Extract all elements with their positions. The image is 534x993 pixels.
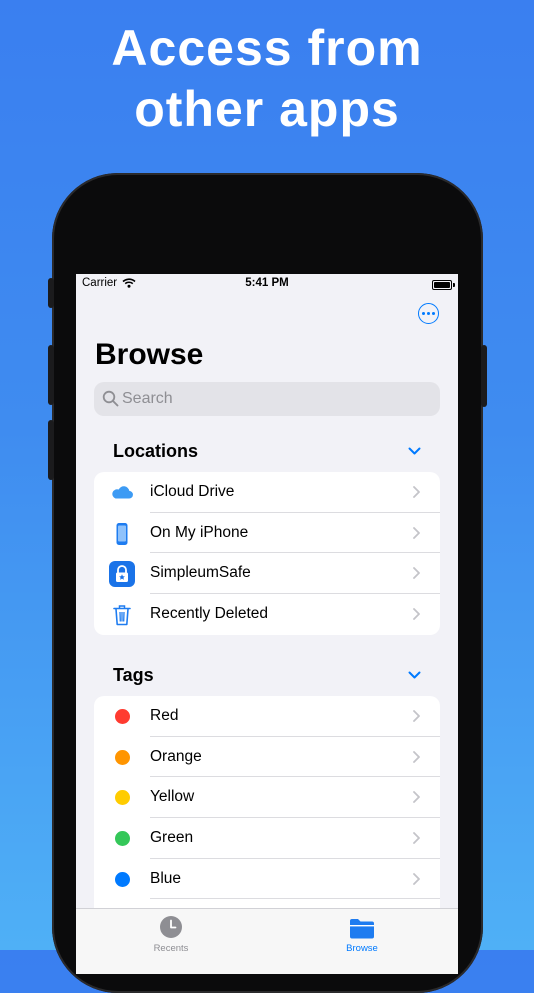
status-time: 5:41 PM — [76, 277, 458, 289]
yellow-tag-dot-icon — [115, 790, 130, 805]
search-placeholder: Search — [122, 390, 173, 408]
phone-volume-up-button — [48, 345, 54, 405]
icloud-icon — [109, 480, 135, 506]
location-row-icloud-drive[interactable]: iCloud Drive — [94, 472, 440, 513]
more-options-button[interactable] — [418, 303, 439, 324]
chevron-right-icon — [413, 791, 420, 803]
chevron-right-icon — [413, 873, 420, 885]
orange-tag-dot-icon — [115, 750, 130, 765]
tags-collapse-chevron-icon[interactable] — [408, 671, 421, 680]
simpleumsafe-app-icon — [109, 561, 135, 587]
location-label: SimpleumSafe — [150, 564, 251, 582]
chevron-right-icon — [413, 486, 420, 498]
chevron-right-icon — [413, 608, 420, 620]
tab-label: Browse — [302, 943, 422, 954]
search-field[interactable]: Search — [94, 382, 440, 416]
phone-volume-down-button — [48, 420, 54, 480]
tag-label: Green — [150, 829, 193, 847]
tag-row-yellow[interactable]: Yellow — [94, 777, 440, 818]
chevron-right-icon — [413, 832, 420, 844]
tag-label: Blue — [150, 870, 181, 888]
phone-side-button — [48, 278, 54, 308]
clock-icon — [159, 915, 183, 939]
chevron-right-icon — [413, 751, 420, 763]
tag-row-blue[interactable]: Blue — [94, 859, 440, 900]
headline: Access from other apps — [0, 18, 534, 140]
tag-row-green[interactable]: Green — [94, 818, 440, 859]
blue-tag-dot-icon — [115, 872, 130, 887]
locations-section-title: Locations — [113, 441, 198, 462]
tag-row-red[interactable]: Red — [94, 696, 440, 737]
trash-icon — [109, 602, 135, 628]
location-label: On My iPhone — [150, 524, 248, 542]
locations-collapse-chevron-icon[interactable] — [408, 447, 421, 456]
folder-icon — [349, 917, 375, 939]
more-dot-2 — [427, 312, 430, 315]
chevron-right-icon — [413, 527, 420, 539]
more-dot-1 — [422, 312, 425, 315]
status-bar: Carrier 5:41 PM — [76, 274, 458, 294]
row-separator — [150, 898, 440, 899]
phone-power-button — [481, 345, 487, 407]
phone-screen: Carrier 5:41 PM Browse Search Locations — [76, 274, 458, 974]
tab-bar: Recents Browse — [76, 908, 458, 974]
battery-icon — [432, 280, 452, 290]
tag-label: Orange — [150, 748, 202, 766]
tags-section-title: Tags — [113, 665, 154, 686]
locations-list: iCloud Drive On My iPhone SimpleumSafe — [94, 472, 440, 635]
chevron-right-icon — [413, 710, 420, 722]
headline-line-2: other apps — [0, 79, 534, 140]
location-row-on-my-iphone[interactable]: On My iPhone — [94, 513, 440, 554]
iphone-icon — [109, 521, 135, 547]
more-dot-3 — [432, 312, 435, 315]
search-icon — [102, 390, 119, 407]
tag-label: Red — [150, 707, 178, 725]
red-tag-dot-icon — [115, 709, 130, 724]
tags-list: Red Orange Yellow Green Blue — [94, 696, 440, 936]
battery-tip — [453, 283, 455, 287]
page-title: Browse — [95, 338, 203, 372]
green-tag-dot-icon — [115, 831, 130, 846]
tag-label: Yellow — [150, 788, 194, 806]
location-label: iCloud Drive — [150, 483, 234, 501]
tag-row-orange[interactable]: Orange — [94, 737, 440, 778]
chevron-right-icon — [413, 567, 420, 579]
tab-label: Recents — [111, 943, 231, 954]
location-row-recently-deleted[interactable]: Recently Deleted — [94, 594, 440, 635]
location-label: Recently Deleted — [150, 605, 268, 623]
location-row-simpleumsafe[interactable]: SimpleumSafe — [94, 553, 440, 594]
headline-line-1: Access from — [0, 18, 534, 79]
